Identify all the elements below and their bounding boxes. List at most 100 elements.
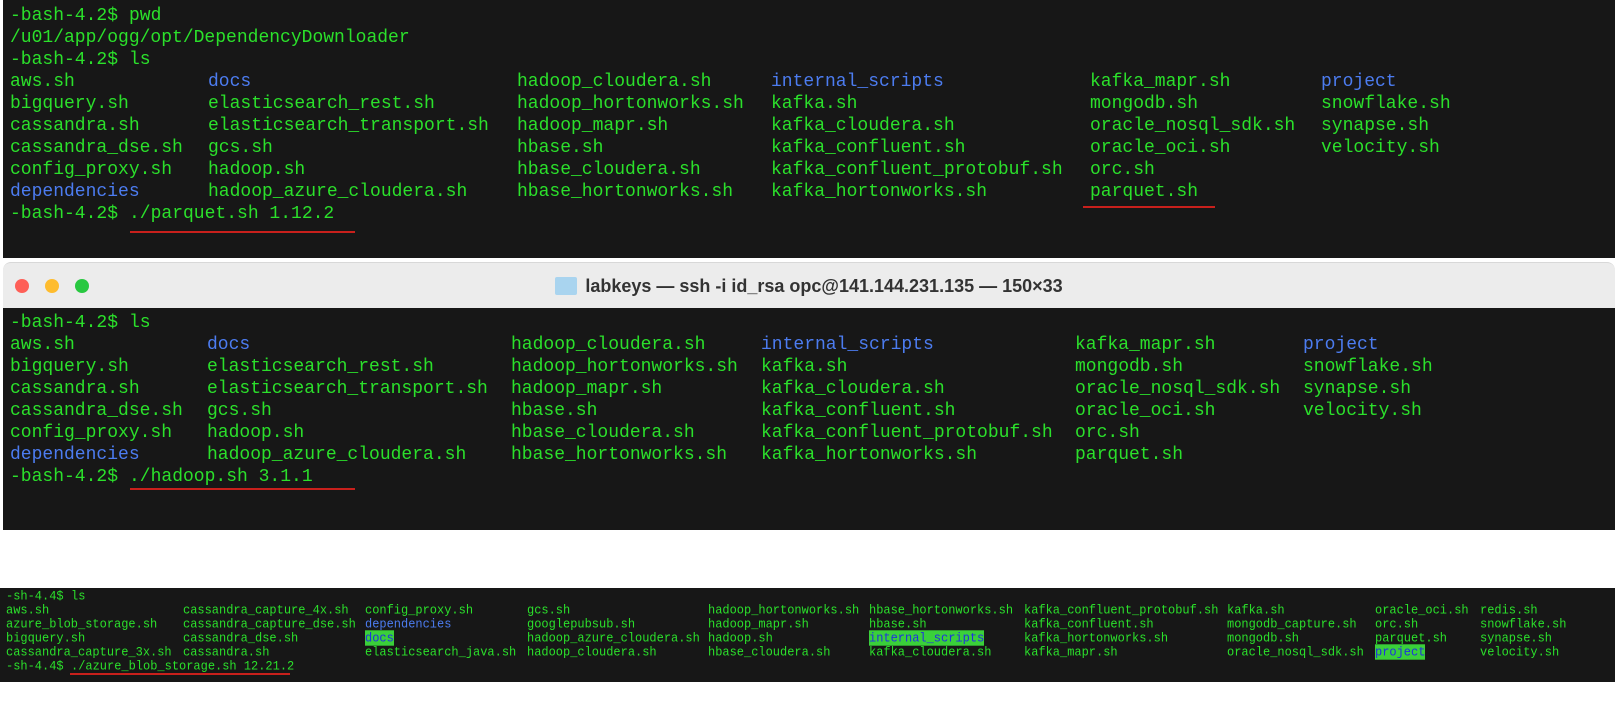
file-entry: hbase_cloudera.sh	[708, 644, 831, 660]
file-entry: velocity.sh	[1480, 644, 1560, 660]
shell-prompt: -bash-4.2$	[10, 6, 129, 26]
file-entry: hadoop_azure_cloudera.sh	[207, 445, 467, 465]
file-entry: hadoop.sh	[208, 160, 306, 180]
file-entry: kafka_cloudera.sh	[869, 644, 992, 660]
directory-entry: internal_scripts	[761, 335, 934, 355]
file-entry: kafka_confluent_protobuf.sh	[771, 160, 1063, 180]
shell-prompt: -bash-4.2$	[10, 313, 129, 333]
file-entry: hadoop_cloudera.sh	[527, 644, 657, 660]
folder-icon	[555, 277, 578, 295]
window-title-text: labkeys — ssh -i id_rsa opc@141.144.231.…	[585, 276, 1063, 296]
file-entry: hadoop_hortonworks.sh	[517, 94, 744, 114]
file-entry: config_proxy.sh	[10, 423, 173, 443]
file-entry: gcs.sh	[208, 138, 273, 158]
file-entry: gcs.sh	[207, 401, 272, 421]
terminal-top[interactable]: -bash-4.2$ pwd/u01/app/ogg/opt/Dependenc…	[3, 0, 1615, 258]
file-entry: oracle_nosql_sdk.sh	[1227, 644, 1364, 660]
shell-prompt: -bash-4.2$	[10, 50, 129, 70]
red-underline	[130, 231, 355, 233]
file-entry: kafka_mapr.sh	[1024, 644, 1118, 660]
file-entry: hbase.sh	[511, 401, 598, 421]
file-entry: bigquery.sh	[10, 94, 129, 114]
window-titlebar[interactable]: labkeys — ssh -i id_rsa opc@141.144.231.…	[3, 262, 1615, 309]
file-entry: snowflake.sh	[1321, 94, 1451, 114]
file-entry: kafka.sh	[771, 94, 858, 114]
command-text: ./azure_blob_storage.sh 12.21.2	[71, 658, 295, 674]
file-entry: elasticsearch_rest.sh	[207, 357, 434, 377]
command-text: ls	[129, 313, 151, 333]
command-output: /u01/app/ogg/opt/DependencyDownloader	[10, 28, 410, 48]
directory-entry: docs	[208, 72, 252, 92]
file-entry: orc.sh	[1075, 423, 1140, 443]
file-entry: cassandra.sh	[10, 116, 140, 136]
command-text: ls	[71, 588, 86, 604]
file-entry: kafka_mapr.sh	[1090, 72, 1231, 92]
red-underline	[1083, 206, 1215, 208]
file-entry: snowflake.sh	[1303, 357, 1433, 377]
file-entry: kafka.sh	[761, 357, 848, 377]
file-entry: aws.sh	[10, 335, 75, 355]
file-entry: kafka_confluent.sh	[761, 401, 956, 421]
file-entry: hbase.sh	[517, 138, 604, 158]
file-entry: oracle_nosql_sdk.sh	[1075, 379, 1281, 399]
file-entry: hadoop_hortonworks.sh	[511, 357, 738, 377]
file-entry: hbase_cloudera.sh	[511, 423, 695, 443]
directory-entry: project	[1375, 644, 1426, 660]
file-entry: elasticsearch_transport.sh	[208, 116, 489, 136]
file-entry: velocity.sh	[1321, 138, 1440, 158]
terminal-bottom[interactable]: -sh-4.4$ ls aws.sh azure_blob_storage.sh bi…	[0, 588, 1615, 682]
file-entry: synapse.sh	[1303, 379, 1412, 399]
file-entry: cassandra_dse.sh	[10, 138, 183, 158]
file-entry: oracle_nosql_sdk.sh	[1090, 116, 1296, 136]
file-entry: hbase_hortonworks.sh	[517, 182, 734, 202]
file-entry: bigquery.sh	[10, 357, 129, 377]
file-entry: hadoop_cloudera.sh	[511, 335, 706, 355]
file-entry: velocity.sh	[1303, 401, 1422, 421]
shell-prompt: -bash-4.2$	[10, 204, 129, 224]
command-text: pwd	[129, 6, 162, 26]
file-entry: kafka_cloudera.sh	[761, 379, 945, 399]
file-entry: aws.sh	[10, 72, 75, 92]
file-entry: kafka_hortonworks.sh	[761, 445, 978, 465]
red-underline	[130, 488, 355, 490]
shell-prompt: -sh-4.4$	[6, 658, 71, 674]
file-entry: synapse.sh	[1321, 116, 1430, 136]
terminal-middle[interactable]: -bash-4.2$ ls aws.sh bigquery.sh cassandra.…	[3, 308, 1615, 530]
directory-entry: docs	[207, 335, 251, 355]
file-entry: config_proxy.sh	[10, 160, 173, 180]
shell-prompt: -bash-4.2$	[10, 467, 129, 487]
directory-entry: dependencies	[10, 182, 140, 202]
directory-entry: project	[1303, 335, 1379, 355]
file-entry: kafka_confluent.sh	[771, 138, 966, 158]
file-entry: kafka_cloudera.sh	[771, 116, 955, 136]
file-entry: hadoop_mapr.sh	[517, 116, 669, 136]
red-underline	[70, 673, 290, 675]
file-entry: cassandra.sh	[10, 379, 140, 399]
file-entry: orc.sh	[1090, 160, 1155, 180]
file-entry: cassandra_dse.sh	[10, 401, 183, 421]
file-entry: kafka_hortonworks.sh	[771, 182, 988, 202]
file-entry: hbase_hortonworks.sh	[511, 445, 728, 465]
file-entry: hadoop_mapr.sh	[511, 379, 663, 399]
directory-entry: internal_scripts	[771, 72, 944, 92]
file-entry: parquet.sh	[1075, 445, 1184, 465]
file-entry: elasticsearch_transport.sh	[207, 379, 488, 399]
file-entry: mongodb.sh	[1075, 357, 1184, 377]
file-entry: hadoop_cloudera.sh	[517, 72, 712, 92]
file-entry: kafka_confluent_protobuf.sh	[761, 423, 1053, 443]
file-entry: hbase_cloudera.sh	[517, 160, 701, 180]
file-entry: oracle_oci.sh	[1090, 138, 1231, 158]
file-entry: mongodb.sh	[1090, 94, 1199, 114]
command-text: ls	[129, 50, 151, 70]
file-entry: hadoop.sh	[207, 423, 305, 443]
command-text: ./parquet.sh 1.12.2	[129, 204, 335, 224]
file-entry: elasticsearch_java.sh	[365, 644, 517, 660]
file-entry: elasticsearch_rest.sh	[208, 94, 435, 114]
directory-entry: project	[1321, 72, 1397, 92]
file-entry: parquet.sh	[1090, 182, 1199, 202]
file-entry: kafka_mapr.sh	[1075, 335, 1216, 355]
command-text: ./hadoop.sh 3.1.1	[129, 467, 313, 487]
file-entry: hadoop_azure_cloudera.sh	[208, 182, 468, 202]
directory-entry: dependencies	[10, 445, 140, 465]
window-title: labkeys — ssh -i id_rsa opc@141.144.231.…	[3, 276, 1615, 297]
